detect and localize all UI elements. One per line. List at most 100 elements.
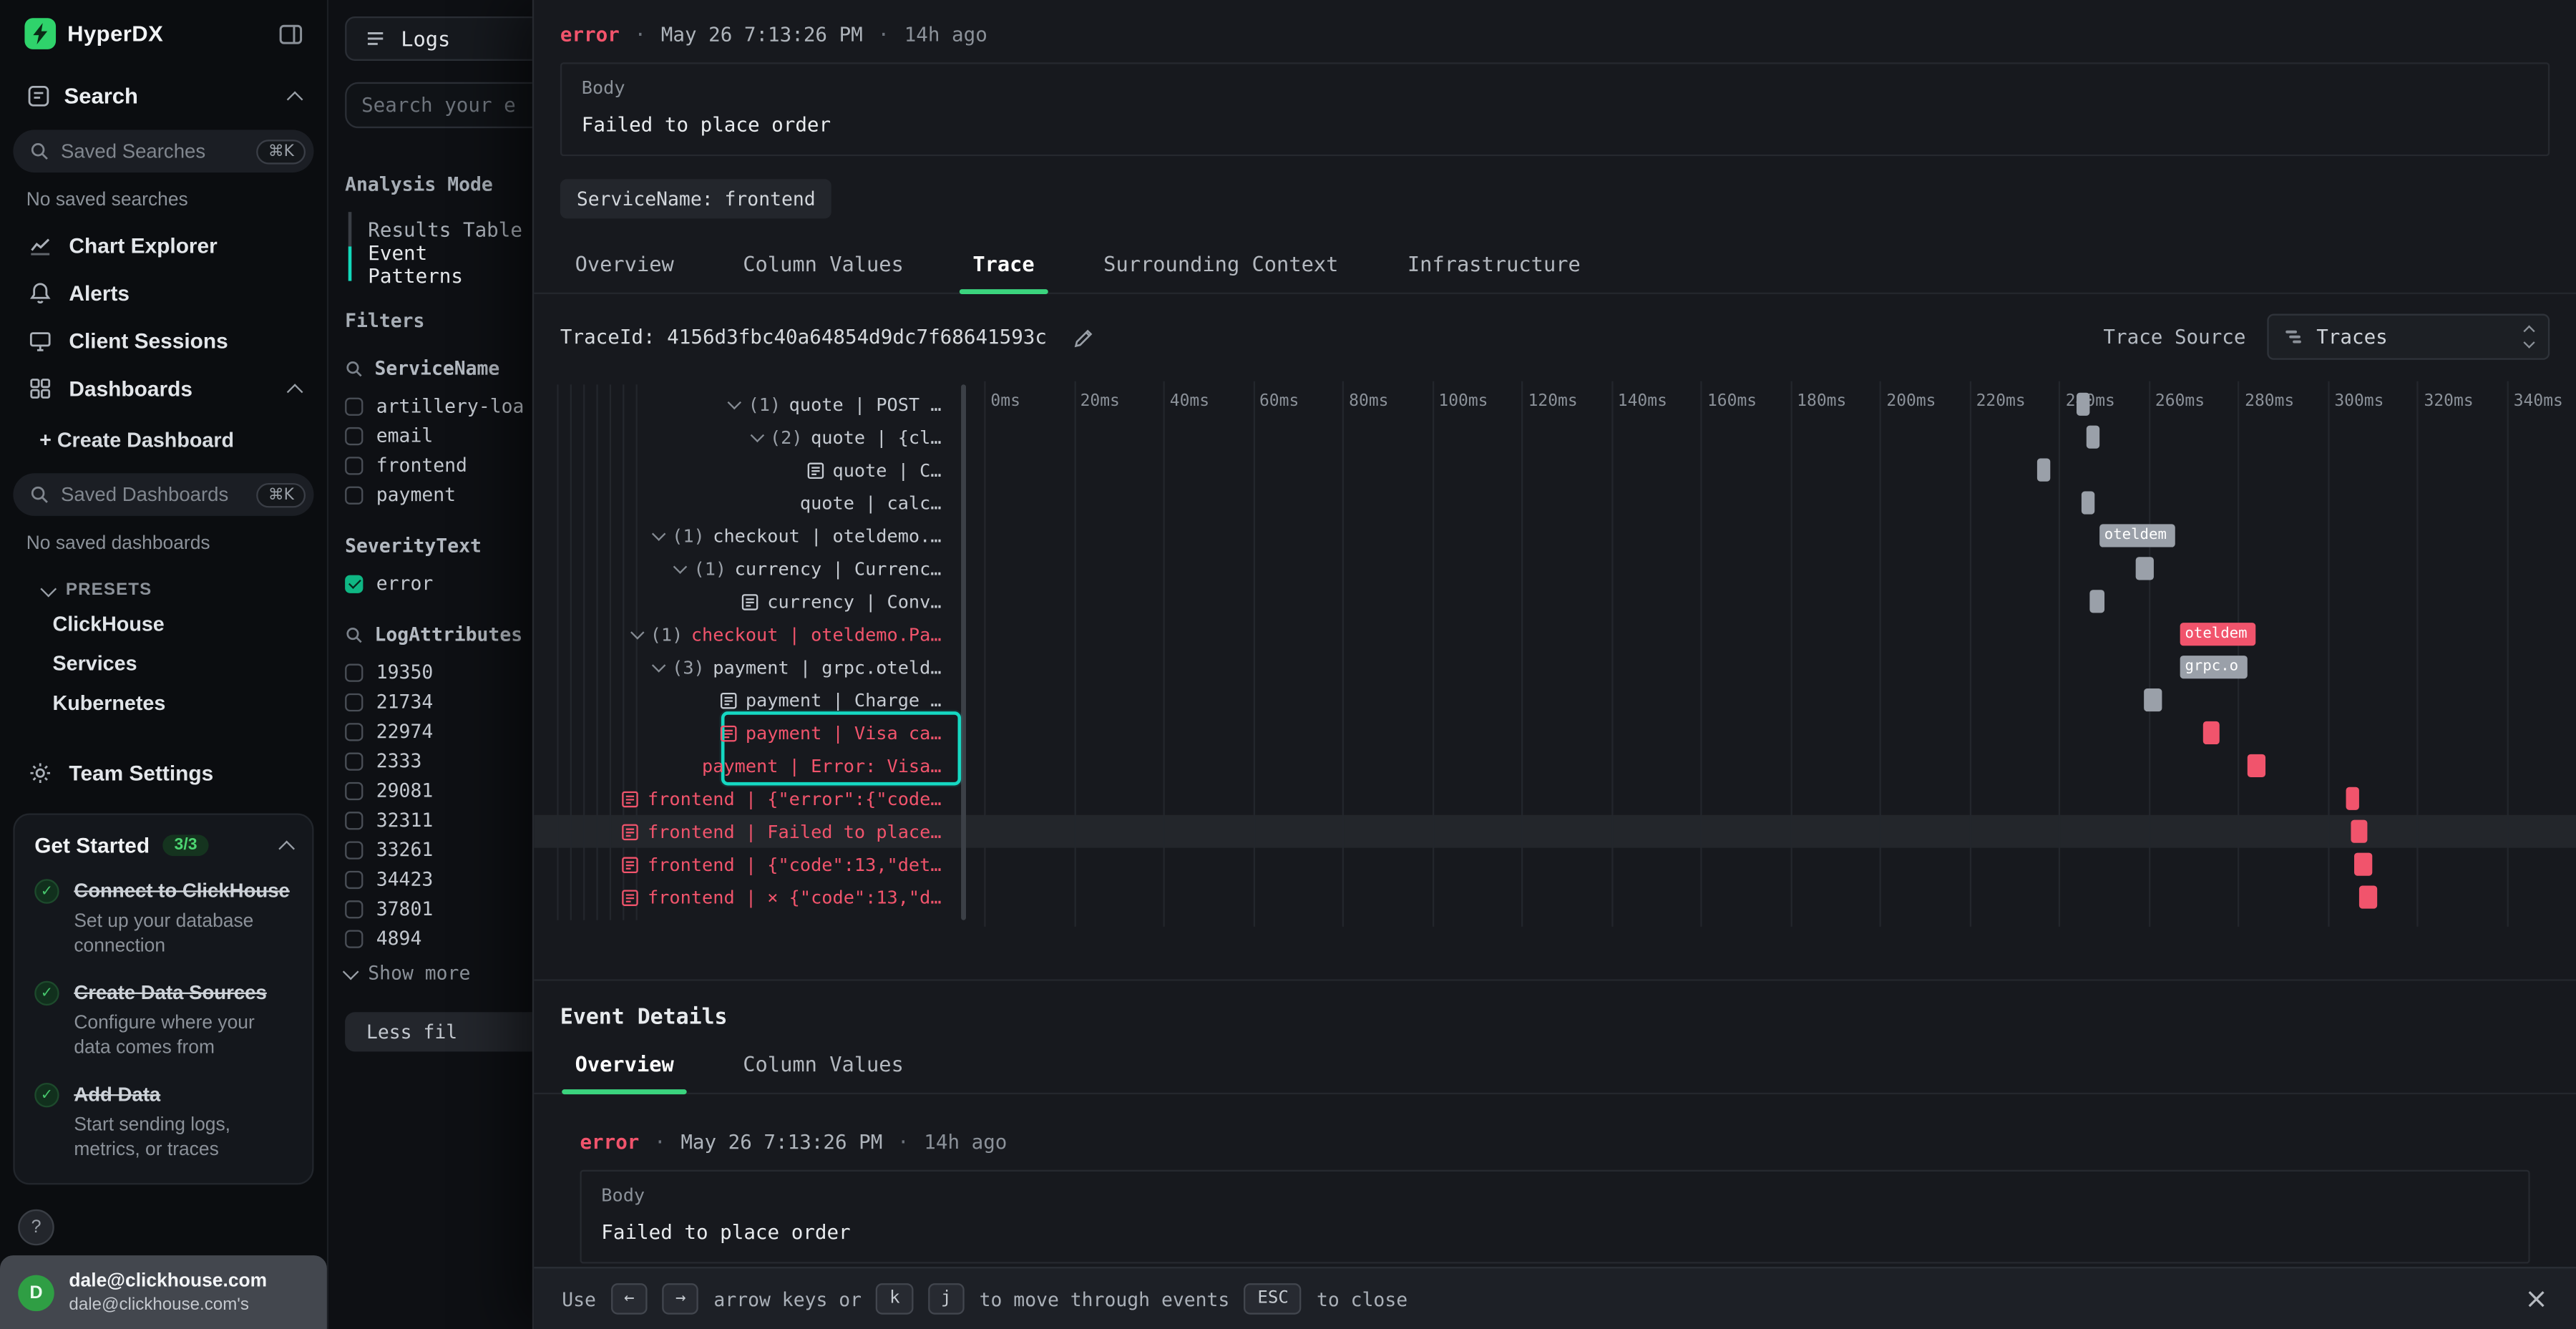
trace-span-row[interactable]: (1)quote | POST … <box>534 388 948 421</box>
checkbox[interactable] <box>345 929 363 947</box>
filter-option[interactable]: payment <box>345 479 532 509</box>
checkbox[interactable] <box>345 870 363 888</box>
filter-option[interactable]: 2333 <box>345 746 532 775</box>
checkbox[interactable] <box>345 485 363 503</box>
preset-item-kubernetes[interactable]: Kubernetes <box>0 683 327 723</box>
checkbox[interactable] <box>345 840 363 858</box>
span-duration-bar[interactable] <box>2086 426 2099 449</box>
help-button[interactable]: ? <box>18 1209 54 1246</box>
chevron-down-icon[interactable] <box>750 428 763 442</box>
filter-option[interactable]: 33261 <box>345 834 532 864</box>
checkbox[interactable] <box>345 456 363 474</box>
user-menu[interactable]: D dale@clickhouse.com dale@clickhouse.co… <box>0 1255 327 1329</box>
get-started-item[interactable]: ✓ Add Data Start sending logs, metrics, … <box>34 1080 292 1164</box>
filter-option[interactable]: 19350 <box>345 657 532 686</box>
tab-ed-overview[interactable]: Overview <box>540 1038 708 1093</box>
span-duration-bar[interactable]: grpc.o <box>2180 656 2248 678</box>
trace-span-row[interactable]: (1)currency | Currenc… <box>534 552 948 585</box>
less-filters-button[interactable]: Less fil <box>345 1012 532 1051</box>
close-icon[interactable]: × <box>2524 1282 2548 1315</box>
filter-option[interactable]: frontend <box>345 450 532 479</box>
trace-span-row[interactable]: frontend | {"error":{"code… <box>534 782 948 815</box>
filter-option[interactable]: artillery-loa <box>345 391 532 420</box>
tab-infrastructure[interactable]: Infrastructure <box>1373 238 1615 293</box>
filter-option[interactable]: 22974 <box>345 716 532 746</box>
create-dashboard-button[interactable]: + Create Dashboard <box>0 412 327 462</box>
trace-span-row[interactable]: (1)checkout | oteldemo.… <box>534 520 948 552</box>
checkbox[interactable] <box>345 782 363 799</box>
checkbox[interactable] <box>345 811 363 829</box>
presets-header[interactable]: PRESETS <box>0 565 327 605</box>
span-duration-bar[interactable] <box>2346 787 2359 810</box>
span-duration-bar[interactable] <box>2355 853 2373 876</box>
get-started-header[interactable]: Get Started 3/3 <box>34 834 292 858</box>
tab-surrounding-context[interactable]: Surrounding Context <box>1069 238 1373 293</box>
span-duration-bar[interactable]: oteldem <box>2099 524 2175 547</box>
filter-group-severitytext[interactable]: SeverityText <box>345 534 532 557</box>
filter-group-logattributes[interactable]: LogAttributes <box>345 623 532 646</box>
preset-item-services[interactable]: Services <box>0 644 327 683</box>
saved-searches-input[interactable]: Saved Searches ⌘K <box>13 130 313 172</box>
sidebar-collapse-icon[interactable] <box>278 21 304 47</box>
tab-column-values[interactable]: Column Values <box>708 238 938 293</box>
tab-ed-column-values[interactable]: Column Values <box>708 1038 938 1093</box>
source-select[interactable]: Logs <box>345 16 532 61</box>
trace-span-row[interactable]: frontend | {"code":13,"det… <box>534 848 948 881</box>
sidebar-item-chart-explorer[interactable]: Chart Explorer <box>0 222 327 270</box>
service-name-chip[interactable]: ServiceName: frontend <box>560 179 832 218</box>
checkbox[interactable] <box>345 574 363 592</box>
trace-span-row[interactable]: frontend | Failed to place… <box>534 815 948 848</box>
sidebar-item-team-settings[interactable]: Team Settings <box>0 749 327 797</box>
trace-span-row[interactable]: payment | Charge … <box>534 683 948 716</box>
trace-span-row[interactable]: (2)quote | {cl… <box>534 421 948 454</box>
filter-option[interactable]: 37801 <box>345 894 532 923</box>
filter-option[interactable]: 32311 <box>345 805 532 834</box>
span-duration-bar[interactable] <box>2247 754 2265 777</box>
trace-span-row[interactable]: quote | C… <box>534 454 948 487</box>
search-section-header[interactable]: Search <box>0 64 327 119</box>
trace-source-select[interactable]: Traces <box>2267 314 2550 360</box>
preset-item-clickhouse[interactable]: ClickHouse <box>0 605 327 644</box>
show-more-button[interactable]: Show more <box>345 956 532 989</box>
checkbox[interactable] <box>345 396 363 414</box>
get-started-item[interactable]: ✓ Create Data Sources Configure where yo… <box>34 978 292 1062</box>
trace-span-row[interactable]: payment | Error: Visa… <box>534 749 948 782</box>
span-duration-bar[interactable] <box>2036 459 2050 482</box>
chevron-down-icon[interactable] <box>652 526 665 540</box>
chevron-down-icon[interactable] <box>630 625 644 638</box>
span-duration-bar[interactable] <box>2359 885 2377 908</box>
trace-span-row[interactable]: quote | calc… <box>534 487 948 520</box>
checkbox[interactable] <box>345 427 363 444</box>
checkbox[interactable] <box>345 751 363 769</box>
span-duration-bar[interactable] <box>2077 393 2091 416</box>
span-duration-bar[interactable] <box>2145 688 2162 711</box>
tree-scrollbar[interactable] <box>961 384 966 920</box>
trace-span-row[interactable]: (1)checkout | oteldemo.Pa… <box>534 618 948 651</box>
trace-span-row[interactable]: (3)payment | grpc.oteld… <box>534 651 948 683</box>
trace-span-row[interactable]: frontend | × {"code":13,"d… <box>534 881 948 914</box>
filter-option[interactable]: 29081 <box>345 776 532 805</box>
filter-option[interactable]: 34423 <box>345 865 532 894</box>
brand[interactable]: HyperDX <box>24 18 163 49</box>
checkbox[interactable] <box>345 900 363 917</box>
chevron-down-icon[interactable] <box>728 395 741 409</box>
sidebar-item-client-sessions[interactable]: Client Sessions <box>0 317 327 365</box>
sidebar-item-dashboards[interactable]: Dashboards <box>0 365 327 413</box>
chevron-down-icon[interactable] <box>652 658 665 671</box>
checkbox[interactable] <box>345 693 363 711</box>
edit-pencil-icon[interactable] <box>1073 326 1095 348</box>
filter-group-servicename[interactable]: ServiceName <box>345 356 532 379</box>
span-duration-bar[interactable]: oteldem <box>2180 623 2256 646</box>
trace-span-row[interactable]: payment | Visa ca… <box>534 716 948 749</box>
span-duration-bar[interactable] <box>2090 590 2104 613</box>
tab-trace[interactable]: Trace <box>938 238 1069 293</box>
sidebar-item-alerts[interactable]: Alerts <box>0 270 327 318</box>
filter-option[interactable]: 4894 <box>345 923 532 953</box>
trace-span-row[interactable]: currency | Conv… <box>534 585 948 618</box>
checkbox[interactable] <box>345 663 363 681</box>
mode-event-patterns[interactable]: Event Patterns <box>348 246 532 281</box>
chevron-down-icon[interactable] <box>673 559 687 573</box>
span-duration-bar[interactable] <box>2350 820 2368 843</box>
filter-option[interactable]: error <box>345 568 532 598</box>
event-search-input[interactable]: Search your e <box>345 82 532 128</box>
